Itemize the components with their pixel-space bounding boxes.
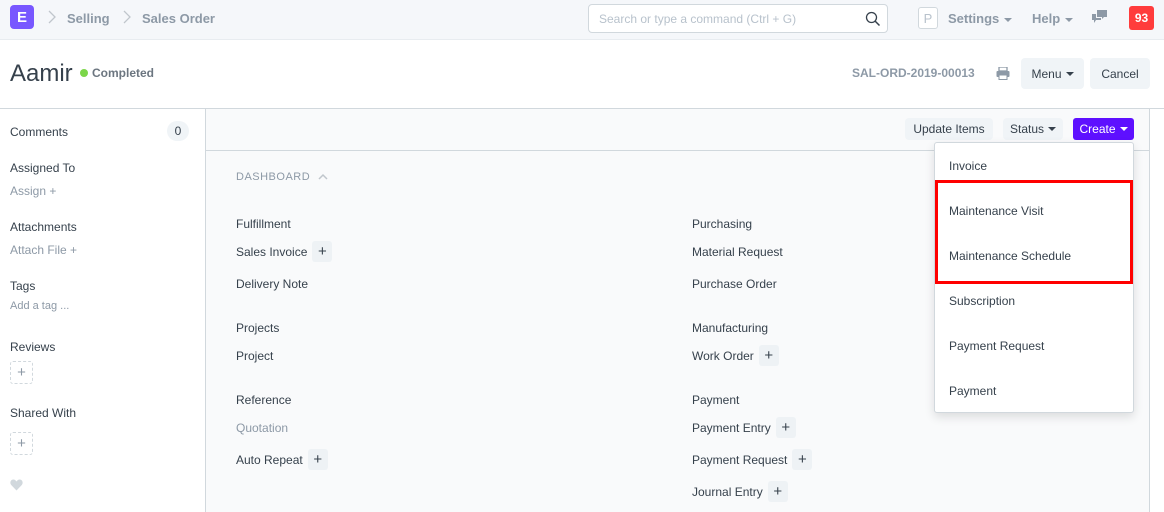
dashboard-link-purchase-order: Purchase Order bbox=[692, 277, 777, 291]
link-label[interactable]: Sales Invoice bbox=[236, 245, 307, 259]
settings-label: Settings bbox=[948, 11, 1000, 26]
page-title: Aamir bbox=[10, 60, 73, 87]
search-bar bbox=[588, 4, 888, 33]
assign-label: Assign bbox=[10, 184, 47, 198]
help-dropdown[interactable]: Help bbox=[1032, 11, 1074, 26]
caret-down-icon bbox=[1065, 71, 1074, 76]
user-avatar[interactable]: P bbox=[918, 7, 938, 29]
dashboard-link-quotation: Quotation bbox=[236, 421, 288, 435]
caret-down-icon bbox=[1004, 17, 1013, 22]
menu-label: Menu bbox=[1031, 66, 1062, 81]
search-input[interactable] bbox=[589, 5, 849, 32]
plus-icon: + bbox=[49, 184, 57, 198]
add-journal-entry-button[interactable]: + bbox=[767, 481, 788, 502]
group-title-projects: Projects bbox=[236, 321, 280, 335]
dashboard-link-project: Project bbox=[236, 349, 273, 363]
group-title-purchasing: Purchasing bbox=[692, 217, 753, 231]
create-label: Create bbox=[1079, 122, 1116, 136]
menu-item-maintenance-visit[interactable]: Maintenance Visit bbox=[949, 204, 1044, 218]
add-work-order-button[interactable]: + bbox=[758, 345, 779, 366]
add-payment-request-button[interactable]: + bbox=[792, 449, 813, 470]
chevron-up-icon[interactable] bbox=[318, 173, 328, 180]
app-logo[interactable]: E bbox=[10, 5, 34, 29]
link-label[interactable]: Project bbox=[236, 349, 273, 363]
add-sales-invoice-button[interactable]: + bbox=[312, 241, 333, 262]
menu-button[interactable]: Menu bbox=[1021, 58, 1084, 89]
add-review-button[interactable]: + bbox=[10, 361, 33, 384]
navbar: E Selling Sales Order P Settings Help 93 bbox=[0, 0, 1164, 40]
group-title-reference: Reference bbox=[236, 393, 292, 407]
tags-label: Tags bbox=[10, 279, 36, 293]
link-label[interactable]: Payment Entry bbox=[692, 421, 771, 435]
status-label: Status bbox=[1009, 122, 1045, 136]
breadcrumb-sales-order[interactable]: Sales Order bbox=[142, 11, 215, 26]
menu-item-invoice[interactable]: Invoice bbox=[949, 159, 987, 173]
shared-with-label: Shared With bbox=[10, 406, 77, 420]
menu-item-subscription[interactable]: Subscription bbox=[949, 294, 1015, 308]
dashboard-link-sales-invoice: Sales Invoice + bbox=[236, 241, 333, 262]
search-icon[interactable] bbox=[865, 11, 881, 27]
link-label[interactable]: Delivery Note bbox=[236, 277, 308, 291]
dashboard-link-journal-entry: Journal Entry + bbox=[692, 481, 788, 502]
link-label[interactable]: Purchase Order bbox=[692, 277, 777, 291]
link-label[interactable]: Work Order bbox=[692, 349, 754, 363]
dashboard-link-material-request: Material Request bbox=[692, 245, 783, 259]
assigned-to-label: Assigned To bbox=[10, 161, 76, 175]
add-auto-repeat-button[interactable]: + bbox=[307, 449, 328, 470]
create-button[interactable]: Create bbox=[1073, 118, 1134, 140]
document-name: SAL-ORD-2019-00013 bbox=[852, 66, 975, 80]
chevron-right-icon bbox=[123, 10, 131, 24]
update-items-button[interactable]: Update Items bbox=[905, 118, 993, 140]
heart-icon[interactable] bbox=[10, 479, 23, 491]
caret-down-icon bbox=[1119, 127, 1128, 131]
chevron-right-icon bbox=[48, 10, 56, 24]
add-tag-link[interactable]: Add a tag ... bbox=[10, 300, 69, 312]
group-title-fulfillment: Fulfillment bbox=[236, 217, 291, 231]
attachments-label: Attachments bbox=[10, 220, 77, 234]
dashboard-link-delivery-note: Delivery Note bbox=[236, 277, 308, 291]
settings-dropdown[interactable]: Settings bbox=[948, 11, 1013, 26]
create-dropdown-menu: Invoice Maintenance Visit Maintenance Sc… bbox=[934, 142, 1134, 413]
link-label[interactable]: Quotation bbox=[236, 421, 288, 435]
menu-item-payment-request[interactable]: Payment Request bbox=[949, 339, 1044, 353]
cancel-button[interactable]: Cancel bbox=[1090, 58, 1150, 89]
caret-down-icon bbox=[1048, 127, 1057, 131]
attach-file-link[interactable]: Attach File + bbox=[10, 243, 77, 257]
dashboard-link-work-order: Work Order + bbox=[692, 345, 779, 366]
link-label[interactable]: Auto Repeat bbox=[236, 453, 303, 467]
menu-item-payment[interactable]: Payment bbox=[949, 384, 996, 398]
breadcrumb-selling[interactable]: Selling bbox=[67, 11, 110, 26]
link-label[interactable]: Material Request bbox=[692, 245, 783, 259]
plus-icon: + bbox=[17, 364, 26, 381]
dashboard-link-payment-entry: Payment Entry + bbox=[692, 417, 796, 438]
status-button[interactable]: Status bbox=[1003, 118, 1063, 140]
comments-label[interactable]: Comments bbox=[10, 125, 68, 139]
status-badge: Completed bbox=[92, 66, 155, 80]
add-share-button[interactable]: + bbox=[10, 432, 33, 455]
reviews-label: Reviews bbox=[10, 340, 56, 354]
notification-badge[interactable]: 93 bbox=[1129, 6, 1154, 30]
add-payment-entry-button[interactable]: + bbox=[775, 417, 796, 438]
dashboard-heading[interactable]: DASHBOARD bbox=[236, 171, 310, 183]
plus-icon: + bbox=[17, 435, 26, 452]
plus-icon: + bbox=[70, 243, 78, 257]
dashboard-link-auto-repeat: Auto Repeat + bbox=[236, 449, 328, 470]
help-label: Help bbox=[1032, 11, 1061, 26]
comments-count-badge: 0 bbox=[167, 121, 189, 141]
link-label[interactable]: Payment Request bbox=[692, 453, 787, 467]
status-indicator-dot bbox=[80, 69, 88, 77]
attach-file-label: Attach File bbox=[10, 243, 67, 257]
caret-down-icon bbox=[1065, 17, 1074, 22]
group-title-manufacturing: Manufacturing bbox=[692, 321, 769, 335]
group-title-payment: Payment bbox=[692, 393, 740, 407]
menu-item-maintenance-schedule[interactable]: Maintenance Schedule bbox=[949, 249, 1071, 263]
link-label[interactable]: Journal Entry bbox=[692, 485, 763, 499]
assign-link[interactable]: Assign + bbox=[10, 184, 56, 198]
chat-icon[interactable] bbox=[1092, 10, 1108, 24]
dashboard-link-payment-request: Payment Request + bbox=[692, 449, 813, 470]
print-icon[interactable] bbox=[996, 67, 1010, 80]
